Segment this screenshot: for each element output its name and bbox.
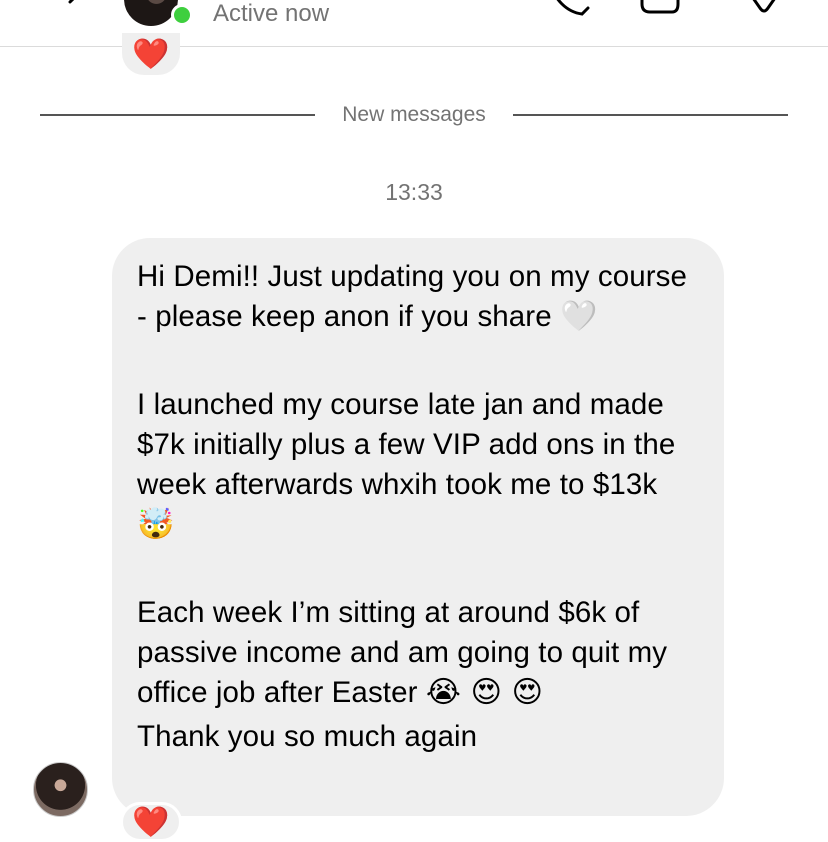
message-text: I launched my course late jan and made $… xyxy=(137,388,676,501)
sender-avatar[interactable] xyxy=(33,762,88,817)
avatar[interactable] xyxy=(124,0,178,26)
divider-line-right xyxy=(513,114,788,116)
heart-reaction[interactable]: ❤️ xyxy=(122,33,180,75)
mind-blown-emoji: 🤯 xyxy=(137,507,175,542)
message-text: Hi Demi!! Just updating you on my course… xyxy=(137,260,687,333)
heart-reaction[interactable]: ❤️ xyxy=(120,802,182,842)
message-paragraph: Thank you so much again xyxy=(137,717,700,757)
message-timestamp: 13:33 xyxy=(385,179,443,205)
crying-heart-eyes-emoji: 😭 😍 😍 xyxy=(425,675,544,710)
message-paragraph: Each week I’m sitting at around $6k of p… xyxy=(137,593,700,713)
message-text: Each week I’m sitting at around $6k of p… xyxy=(137,596,668,709)
video-icon[interactable] xyxy=(638,0,692,14)
active-status: Active now xyxy=(213,0,330,27)
online-indicator xyxy=(171,4,193,26)
new-messages-divider: New messages xyxy=(342,103,486,126)
phone-icon[interactable] xyxy=(548,0,592,16)
message-text: Thank you so much again xyxy=(137,720,478,753)
tag-icon[interactable] xyxy=(742,0,786,16)
heart-icon: ❤️ xyxy=(132,804,170,840)
heart-icon: ❤️ xyxy=(132,36,170,72)
divider-line-left xyxy=(40,114,315,116)
message-paragraph: I launched my course late jan and made $… xyxy=(137,385,700,545)
message-bubble[interactable]: Hi Demi!! Just updating you on my course… xyxy=(112,238,724,816)
back-icon[interactable] xyxy=(60,0,90,14)
message-paragraph: Hi Demi!! Just updating you on my course… xyxy=(137,257,700,337)
white-heart-emoji: 🤍 xyxy=(560,299,598,334)
